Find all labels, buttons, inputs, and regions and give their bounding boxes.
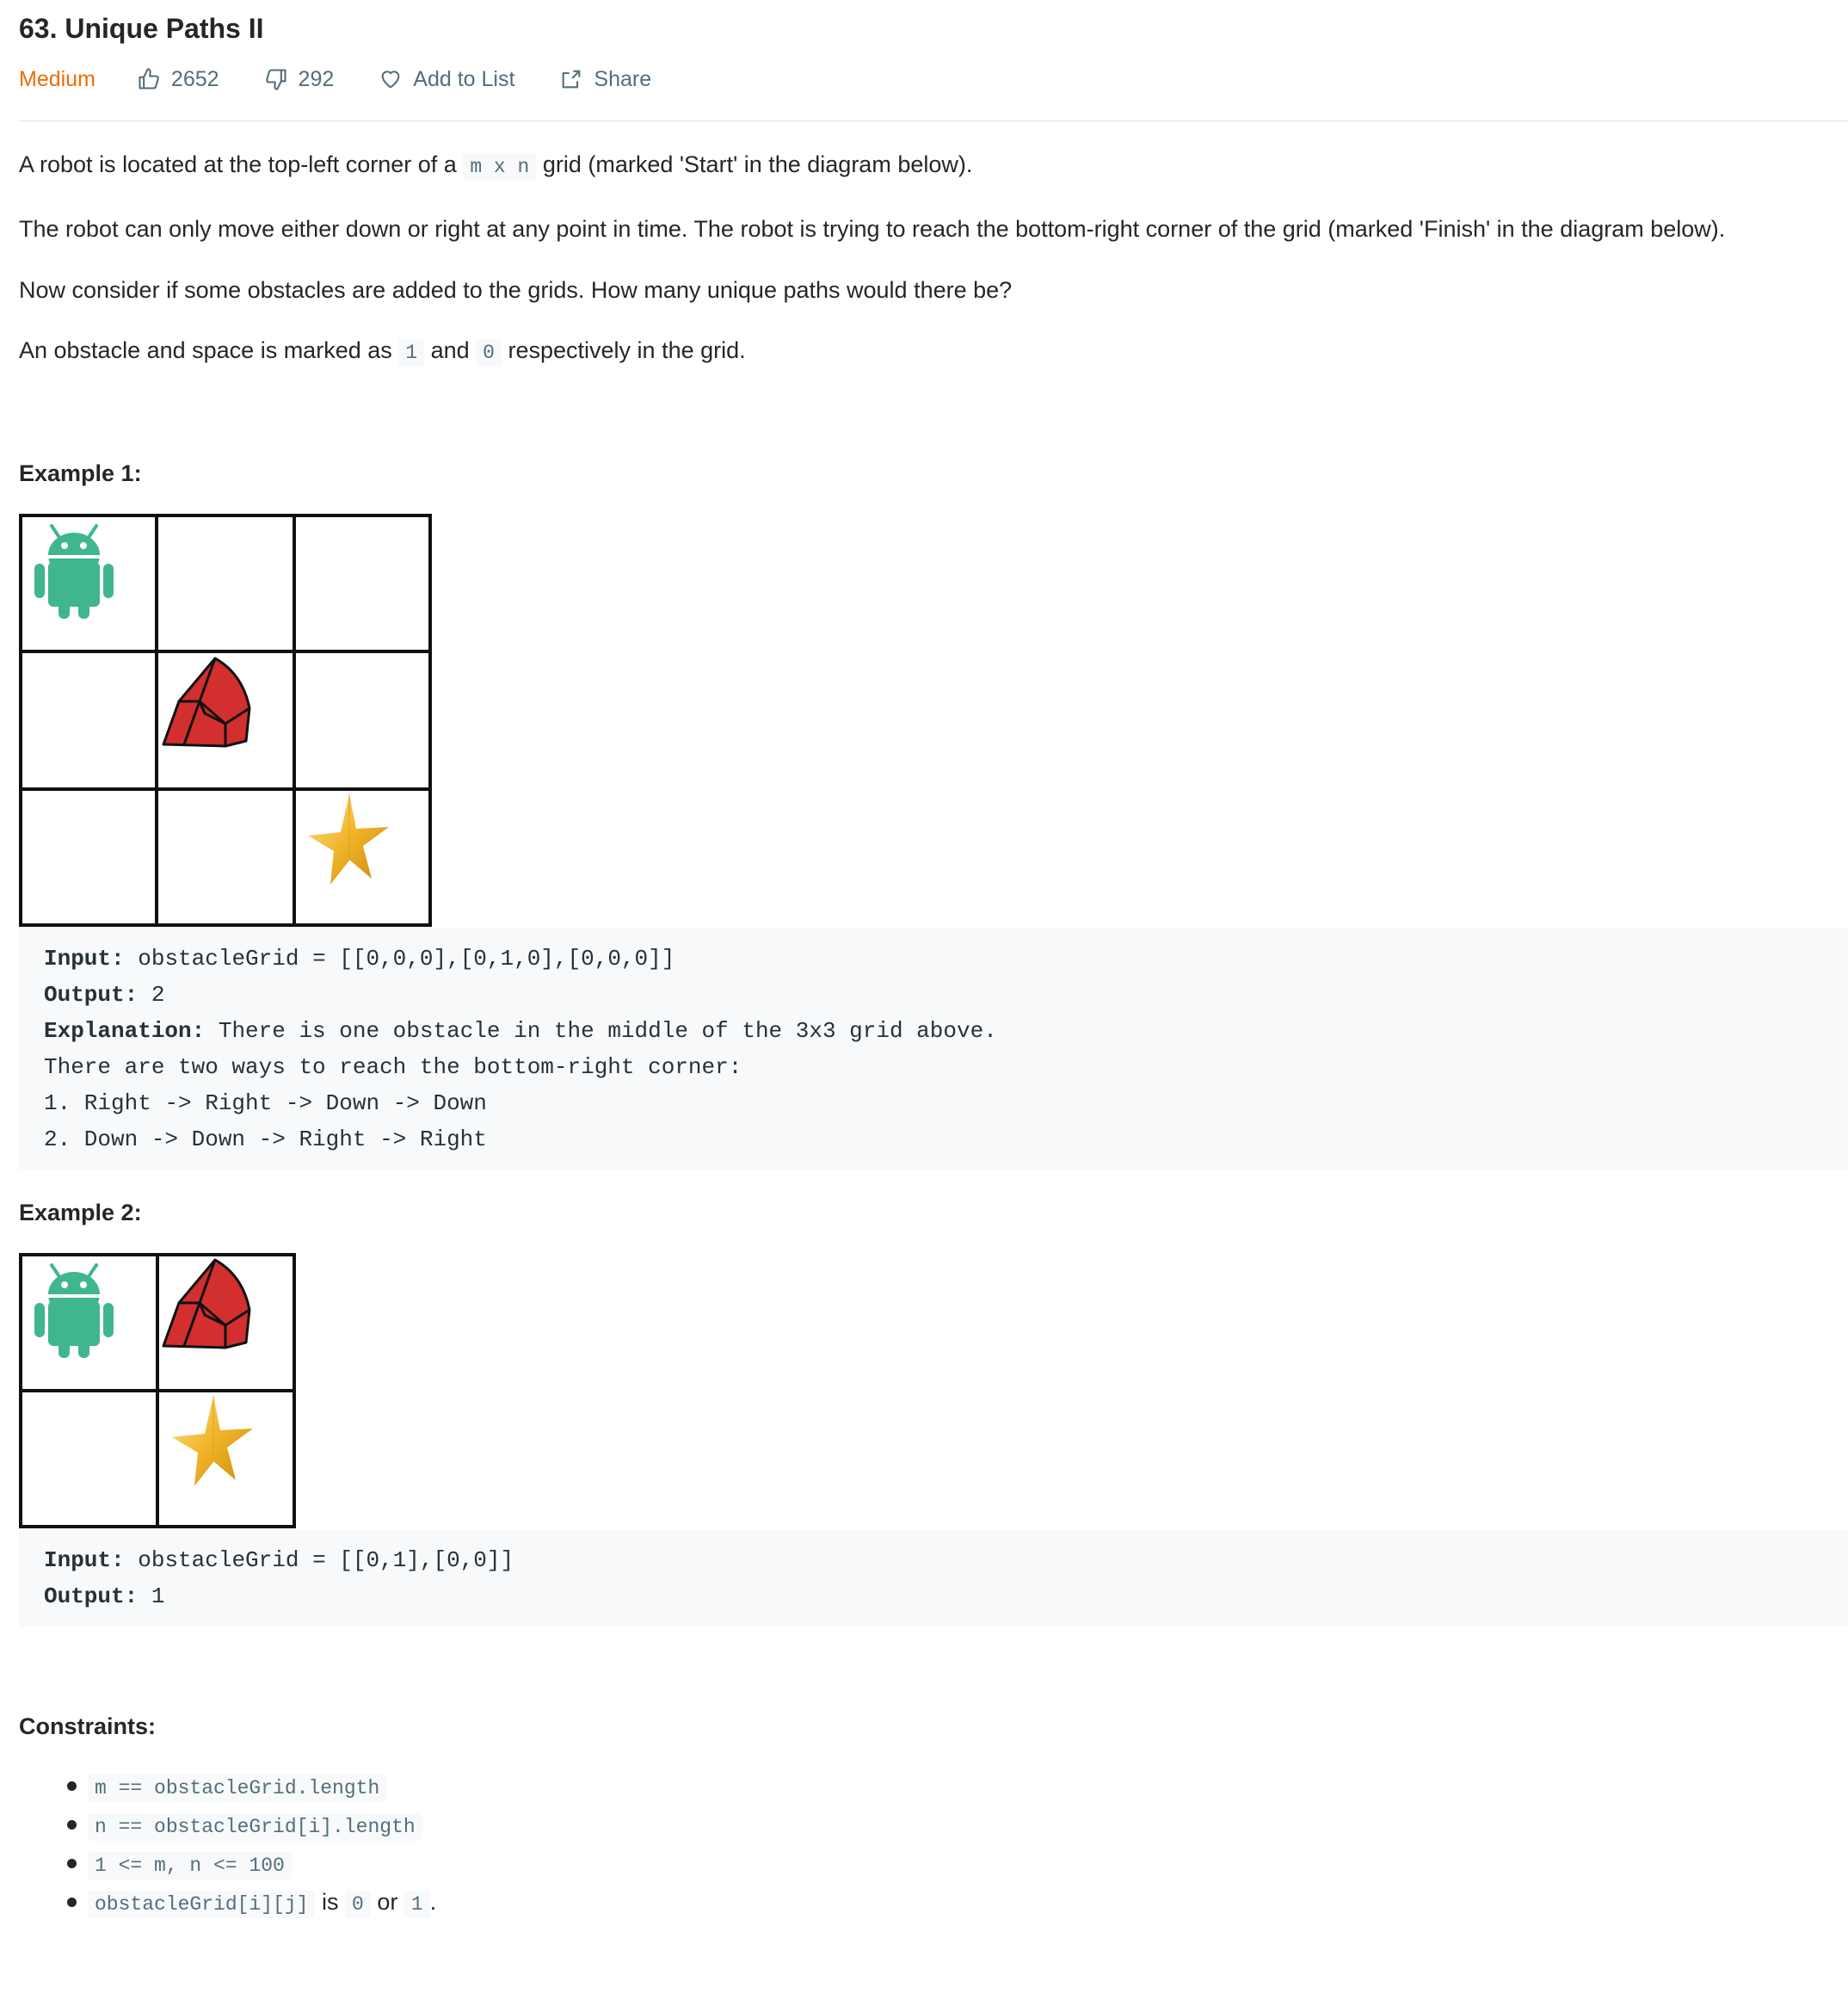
inline-code-1: 1 — [398, 339, 425, 367]
like-count: 2652 — [170, 66, 219, 91]
add-to-list-label: Add to List — [413, 66, 515, 91]
share-icon — [563, 70, 581, 89]
input-value: obstacleGrid = [[0,0,0],[0,1,0],[0,0,0]] — [138, 946, 675, 972]
explanation-label: Explanation: — [44, 1018, 206, 1044]
dislike-count: 292 — [298, 66, 335, 91]
inline-code-mxn: m x n — [463, 153, 537, 181]
output-value: 2 — [151, 982, 165, 1008]
problem-description: A robot is located at the top-left corne… — [19, 147, 1848, 1922]
like-button[interactable]: 2652 — [137, 67, 219, 92]
constraint-item: m == obstacleGrid.length — [19, 1767, 1841, 1805]
problem-title: 63. Unique Paths II — [19, 13, 264, 44]
constraint-item: n == obstacleGrid[i].length — [19, 1805, 1841, 1844]
inline-code-0: 0 — [476, 339, 502, 367]
example-2-heading: Example 2: — [19, 1200, 142, 1225]
input-label: Input: — [44, 1547, 125, 1573]
example-2-code-block: Input: obstacleGrid = [[0,1],[0,0]] Outp… — [19, 1530, 1848, 1626]
description-paragraph-3: Now consider if some obstacles are added… — [19, 277, 1013, 303]
input-value: obstacleGrid = [[0,1],[0,0]] — [138, 1547, 514, 1573]
header-divider — [19, 120, 1848, 121]
example-1-heading: Example 1: — [19, 460, 142, 486]
constraint-item: 1 <= m, n <= 100 — [19, 1844, 1841, 1883]
output-label: Output: — [44, 982, 139, 1008]
example-2-grid-diagram — [19, 1253, 296, 1528]
constraints-list: m == obstacleGrid.length n == obstacleGr… — [19, 1767, 1841, 1922]
difficulty-badge: Medium — [19, 66, 95, 91]
explanation-value: There is one obstacle in the middle of t… — [218, 1018, 997, 1044]
problem-meta-bar: Medium 2652 292 Add to List Share — [19, 60, 1841, 98]
output-value: 1 — [151, 1583, 165, 1609]
explanation-line: 1. Right -> Right -> Down -> Down — [44, 1090, 487, 1116]
add-to-list-button[interactable]: Add to List — [379, 67, 514, 92]
description-paragraph-2: The robot can only move either down or r… — [19, 216, 1726, 242]
input-label: Input: — [44, 946, 125, 972]
example-1-grid-diagram — [19, 514, 432, 927]
thumbs-up-icon — [139, 68, 159, 89]
output-label: Output: — [44, 1583, 139, 1609]
example-1-code-block: Input: obstacleGrid = [[0,0,0],[0,1,0],[… — [19, 929, 1848, 1170]
dislike-button[interactable]: 292 — [264, 66, 335, 92]
constraints-heading: Constraints: — [19, 1713, 157, 1739]
description-paragraph-4: An obstacle and space is marked as 1 and… — [19, 333, 1841, 371]
share-label: Share — [594, 66, 652, 91]
share-button[interactable]: Share — [559, 67, 651, 92]
explanation-line: 2. Down -> Down -> Right -> Right — [44, 1126, 487, 1152]
constraint-item: obstacleGrid[i][j] is 0 or 1. — [19, 1883, 1841, 1922]
description-paragraph-1: A robot is located at the top-left corne… — [19, 147, 1841, 185]
heart-icon — [381, 71, 400, 89]
explanation-line: There are two ways to reach the bottom-r… — [44, 1054, 742, 1080]
thumbs-down-icon — [265, 69, 286, 90]
